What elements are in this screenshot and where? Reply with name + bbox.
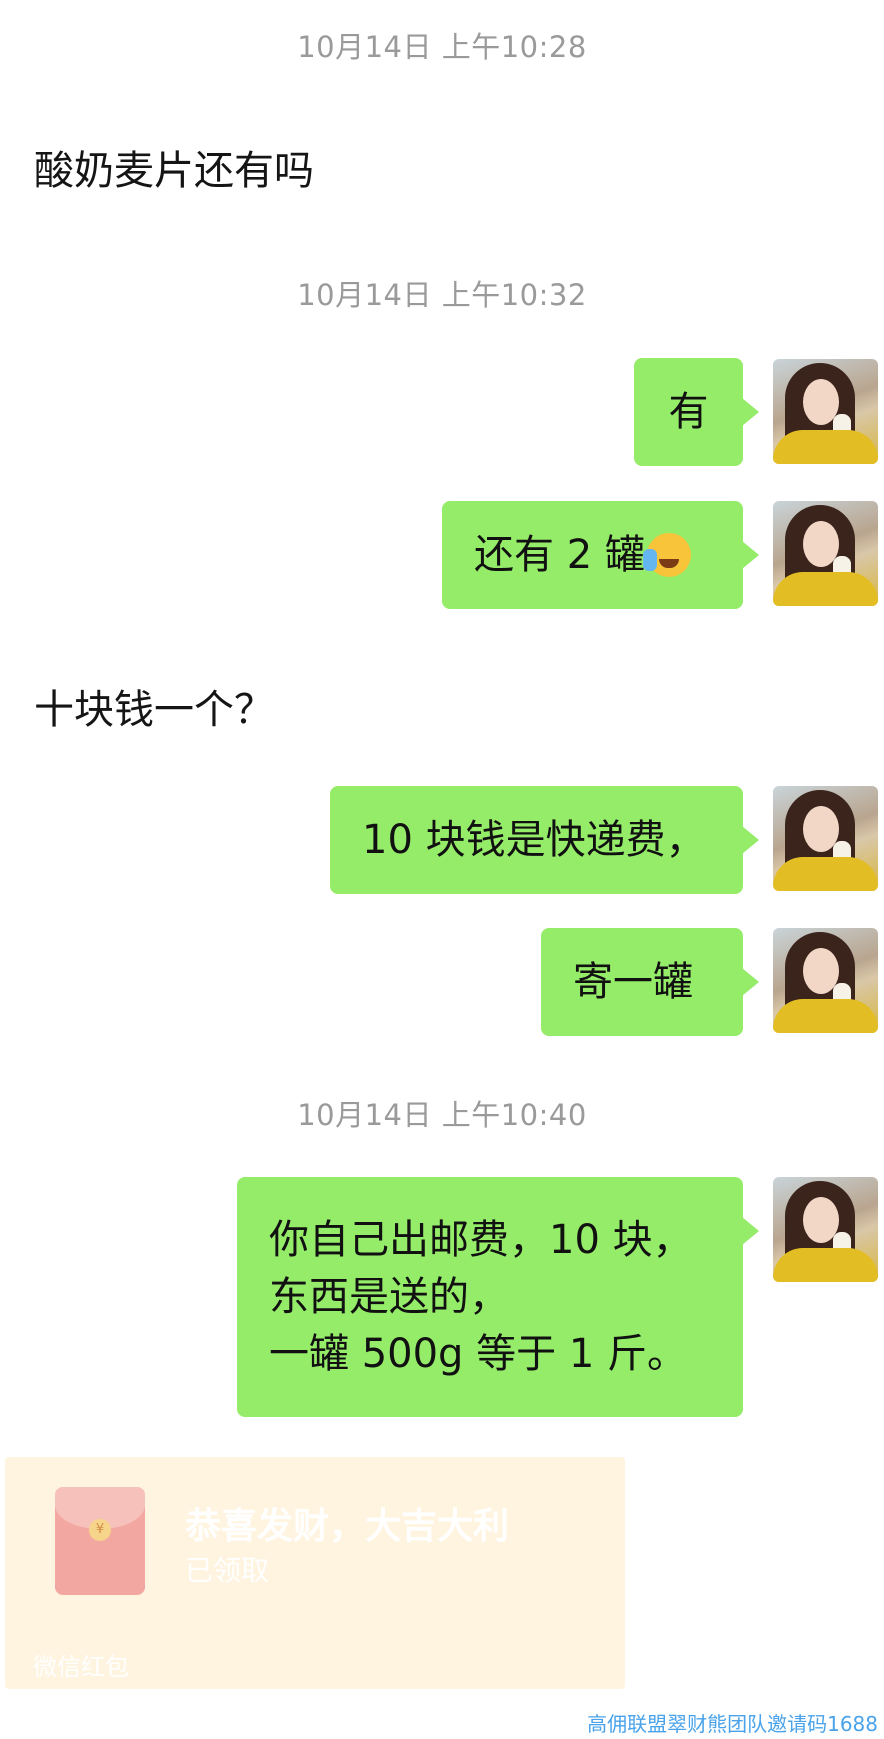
message-text: 10 块钱是快递费， bbox=[362, 816, 706, 863]
incoming-message[interactable]: 酸奶麦片还有吗 bbox=[34, 138, 314, 196]
outgoing-message-bubble[interactable]: 寄一罐 bbox=[541, 928, 759, 1036]
red-packet-icon: ¥ bbox=[55, 1487, 145, 1595]
red-packet-status: 已领取 bbox=[185, 1554, 270, 1587]
timestamp: 10月14日 上午10:28 bbox=[297, 30, 587, 64]
timestamp: 10月14日 上午10:32 bbox=[297, 278, 587, 312]
tears-of-joy-emoji-icon bbox=[642, 533, 691, 577]
user-avatar[interactable] bbox=[773, 1177, 878, 1282]
red-packet-footer: 微信红包 bbox=[33, 1653, 129, 1681]
red-packet-title: 恭喜发财，大吉大利 bbox=[185, 1506, 510, 1547]
red-packet-card[interactable]: ¥ 恭喜发财，大吉大利 已领取 微信红包 bbox=[5, 1457, 625, 1689]
user-avatar[interactable] bbox=[773, 359, 878, 464]
outgoing-message-bubble[interactable]: 你自己出邮费，10 块， 东西是送的， 一罐 500g 等于 1 斤。 bbox=[237, 1177, 759, 1417]
message-text: 你自己出邮费，10 块， 东西是送的， 一罐 500g 等于 1 斤。 bbox=[269, 1216, 693, 1377]
message-text: 寄一罐 bbox=[573, 958, 693, 1005]
timestamp: 10月14日 上午10:40 bbox=[297, 1098, 587, 1132]
outgoing-message-bubble[interactable]: 还有 2 罐 bbox=[442, 501, 759, 609]
message-text: 还有 2 罐 bbox=[474, 531, 645, 578]
user-avatar[interactable] bbox=[773, 501, 878, 606]
message-text: 有 bbox=[668, 388, 709, 435]
watermark: 高佣联盟翠财熊团队邀请码1688 bbox=[587, 1712, 878, 1736]
outgoing-message-bubble[interactable]: 有 bbox=[634, 358, 759, 466]
user-avatar[interactable] bbox=[773, 928, 878, 1033]
outgoing-message-bubble[interactable]: 10 块钱是快递费， bbox=[330, 786, 759, 894]
user-avatar[interactable] bbox=[773, 786, 878, 891]
incoming-message[interactable]: 十块钱一个？ bbox=[34, 677, 274, 735]
